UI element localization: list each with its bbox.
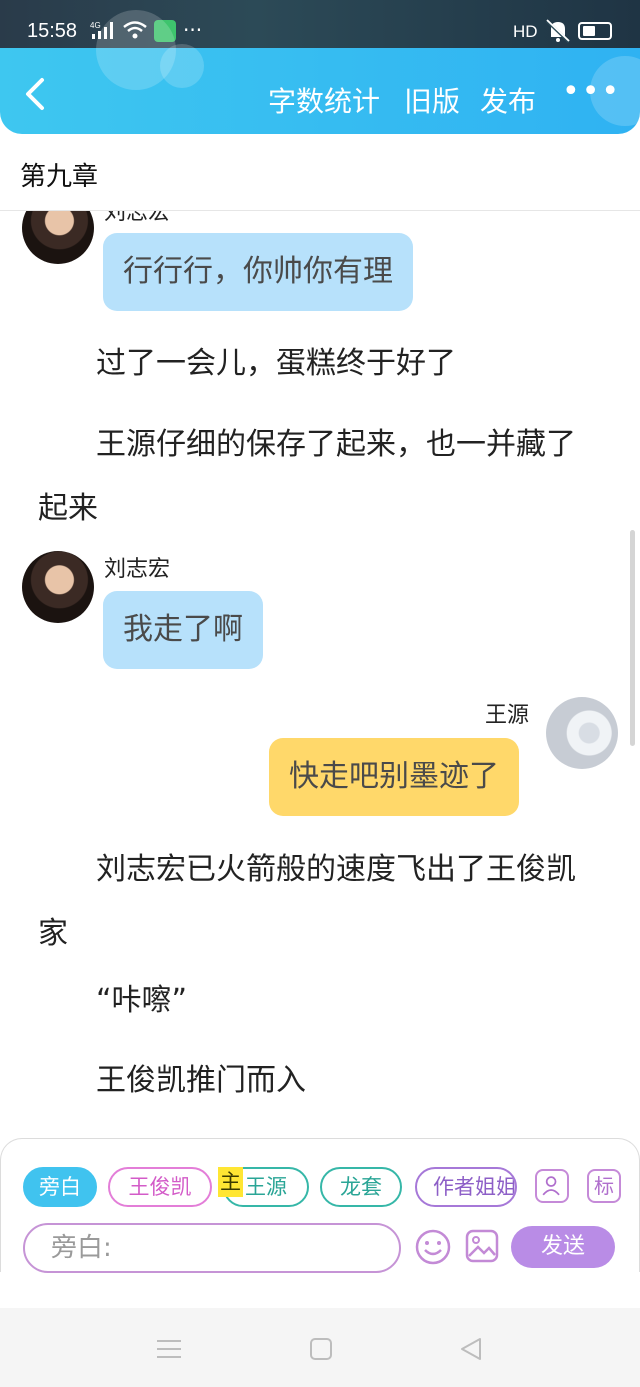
status-time: 15:58 — [27, 20, 78, 42]
battery-icon — [578, 22, 612, 40]
story-content[interactable]: 刘志宏 行行行，你帅你有理 过了一会儿，蛋糕终于好了 王源仔细的保存了起来，也一… — [0, 211, 640, 1140]
main-role-marker: 主 — [218, 1167, 243, 1197]
speaker-name: 刘志宏 — [104, 211, 171, 225]
avatar[interactable] — [22, 211, 94, 264]
role-chip-wang-junkai[interactable]: 王俊凯 — [108, 1167, 212, 1207]
speaker-name: 刘志宏 — [104, 557, 171, 582]
svg-text:4G: 4G — [90, 21, 101, 30]
back-chevron-icon[interactable] — [20, 76, 52, 112]
chat-bubble[interactable]: 行行行，你帅你有理 — [103, 233, 413, 311]
send-button[interactable]: 发送 — [511, 1226, 615, 1268]
status-more-icon: ··· — [183, 18, 203, 42]
emoji-icon[interactable] — [414, 1228, 452, 1266]
character-manage-icon[interactable] — [535, 1169, 569, 1203]
home-icon[interactable] — [306, 1336, 336, 1362]
system-nav-bar — [0, 1308, 640, 1387]
message-input[interactable] — [23, 1223, 401, 1273]
word-count-button[interactable]: 字数统计 — [268, 80, 380, 120]
chat-bubble[interactable]: 我走了啊 — [103, 591, 263, 669]
mark-button[interactable]: 标 — [587, 1169, 621, 1203]
chat-bubble[interactable]: 快走吧别墨迹了 — [269, 738, 519, 816]
editor-header: 字数统计 旧版 发布 ••• — [0, 10, 640, 134]
avatar[interactable] — [546, 697, 618, 769]
role-chip-extra[interactable]: 龙套 — [320, 1167, 402, 1207]
narration-text[interactable]: 过了一会儿，蛋糕终于好了 — [38, 332, 598, 396]
role-chip-author[interactable]: 作者姐姐 — [415, 1167, 517, 1207]
mute-bell-icon — [545, 19, 571, 44]
scrollbar[interactable] — [630, 530, 635, 746]
back-triangle-icon[interactable] — [456, 1336, 486, 1362]
decor-bubble — [160, 44, 204, 88]
chapter-title[interactable]: 第九章 — [20, 156, 98, 193]
hd-label: HD — [513, 22, 538, 41]
narration-text[interactable]: 刘志宏已火箭般的速度飞出了王俊凯家 — [38, 838, 598, 966]
more-menu-button[interactable]: ••• — [562, 74, 621, 109]
role-chip-narrator[interactable]: 旁白 — [23, 1167, 97, 1207]
speaker-name: 王源 — [485, 703, 530, 728]
publish-button[interactable]: 发布 — [480, 80, 536, 120]
old-version-button[interactable]: 旧版 — [404, 80, 460, 120]
menu-icon[interactable] — [154, 1336, 184, 1362]
narration-text[interactable]: 王源仔细的保存了起来，也一并藏了起来 — [38, 413, 598, 541]
avatar[interactable] — [22, 551, 94, 623]
composer-panel: 旁白 王俊凯 王源 主 龙套 作者姐姐 标 发送 — [0, 1138, 640, 1273]
image-icon[interactable] — [464, 1228, 500, 1264]
narration-text[interactable]: “咔嚓” — [38, 969, 598, 1033]
narration-text[interactable]: 王俊凯推门而入 — [38, 1049, 598, 1113]
